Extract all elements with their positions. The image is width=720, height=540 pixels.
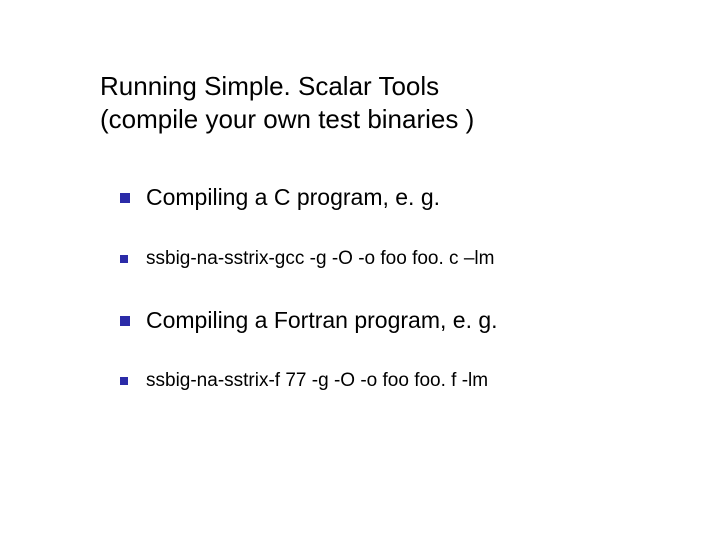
slide-title: Running Simple. Scalar Tools (compile yo… (100, 70, 680, 135)
title-line-1: Running Simple. Scalar Tools (100, 71, 439, 101)
list-item: Compiling a Fortran program, e. g. (120, 306, 680, 336)
slide: Running Simple. Scalar Tools (compile yo… (0, 0, 720, 540)
title-line-2: (compile your own test binaries ) (100, 104, 474, 134)
list-item: ssbig-na-sstrix-f 77 -g -O -o foo foo. f… (120, 369, 680, 394)
list-item: Compiling a C program, e. g. (120, 183, 680, 213)
bullet-text: ssbig-na-sstrix-f 77 -g -O -o foo foo. f… (146, 370, 488, 391)
list-item: ssbig-na-sstrix-gcc -g -O -o foo foo. c … (120, 247, 680, 272)
bullet-text: Compiling a C program, e. g. (146, 184, 440, 210)
bullet-text: Compiling a Fortran program, e. g. (146, 307, 498, 333)
bullet-text: ssbig-na-sstrix-gcc -g -O -o foo foo. c … (146, 248, 494, 269)
bullet-list: Compiling a C program, e. g. ssbig-na-ss… (120, 183, 680, 394)
